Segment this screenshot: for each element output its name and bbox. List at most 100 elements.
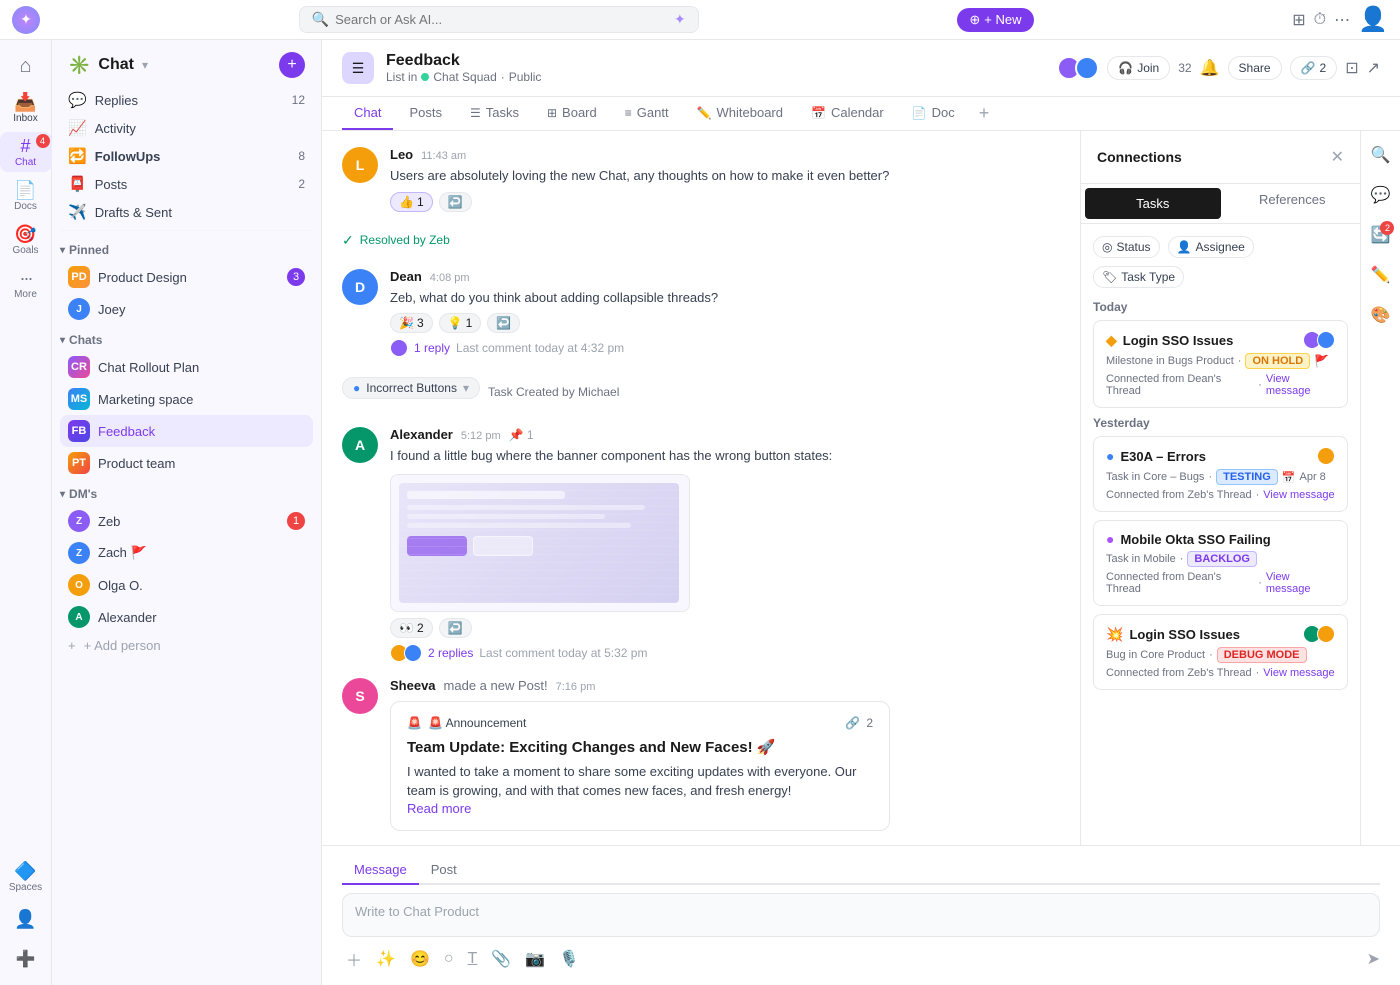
rail-more[interactable]: ··· More — [0, 264, 52, 304]
input-audio-button[interactable]: 🎙️ — [555, 947, 583, 971]
expand-icon[interactable]: ↗ — [1367, 58, 1380, 78]
conn-tab-references[interactable]: References — [1225, 184, 1361, 223]
rail-inbox[interactable]: 📥 Inbox — [0, 88, 52, 128]
reaction-add-leo[interactable]: ↩️ — [439, 192, 472, 212]
sidebar-item-product-design[interactable]: PD Product Design 3 — [60, 261, 313, 293]
reaction-party[interactable]: 🎉 3 — [390, 313, 433, 333]
tab-whiteboard[interactable]: ✏️ Whiteboard — [685, 97, 795, 130]
input-tab-post[interactable]: Post — [419, 858, 469, 885]
chats-section-header[interactable]: ▾ Chats — [52, 325, 321, 351]
tab-board[interactable]: ⊞ Board — [535, 97, 609, 130]
read-more-link[interactable]: Read more — [407, 801, 873, 816]
input-attach-button[interactable]: 📎 — [487, 947, 515, 971]
right-connections-icon[interactable]: 🔄 2 — [1365, 219, 1397, 251]
task-badge[interactable]: ● Incorrect Buttons ▾ — [342, 377, 480, 399]
search-bar[interactable]: 🔍 ✦ — [299, 6, 699, 33]
rail-spaces[interactable]: 🔷 Spaces — [0, 857, 52, 897]
sidebar-item-followups[interactable]: 🔁 FollowUps 8 — [60, 142, 313, 170]
sidebar-item-joey[interactable]: J Joey — [60, 293, 313, 325]
tab-doc[interactable]: 📄 Doc — [900, 97, 967, 130]
share-button[interactable]: Share — [1228, 56, 1282, 80]
sidebar-item-zeb[interactable]: Z Zeb 1 — [60, 505, 313, 537]
sidebar-item-olga[interactable]: O Olga O. — [60, 569, 313, 601]
tab-tasks[interactable]: ☰ Tasks — [458, 97, 531, 130]
alexander-reply-info[interactable]: 2 replies Last comment today at 5:32 pm — [390, 644, 1060, 662]
sidebar-item-chat-rollout[interactable]: CR Chat Rollout Plan — [60, 351, 313, 383]
filter-task-type[interactable]: 🏷 Task Type — [1093, 266, 1184, 288]
right-chat-icon[interactable]: 💬 — [1365, 179, 1397, 211]
topbar-icon-apps[interactable]: ⋯ — [1334, 10, 1350, 30]
tab-chat[interactable]: Chat — [342, 97, 393, 130]
dean-message-header: Dean 4:08 pm — [390, 269, 1060, 284]
input-sparkle-button[interactable]: ✨ — [372, 947, 400, 971]
topbar-avatar[interactable]: 👤 — [1358, 5, 1388, 34]
topbar-icon-grid[interactable]: ⊞ — [1292, 10, 1305, 30]
input-mention-button[interactable]: ○ — [440, 948, 458, 970]
tab-add-button[interactable]: + — [971, 99, 998, 128]
app-logo[interactable]: ✦ — [12, 6, 40, 34]
dean-reply-info[interactable]: 1 reply Last comment today at 4:32 pm — [390, 339, 1060, 357]
rail-goals[interactable]: 🎯 Goals — [0, 220, 52, 260]
sidebar-item-zach[interactable]: Z Zach 🚩 — [60, 537, 313, 569]
rail-docs[interactable]: 📄 Docs — [0, 176, 52, 216]
sidebar-item-activity[interactable]: 📈 Activity — [60, 114, 313, 142]
input-tab-message[interactable]: Message — [342, 858, 419, 885]
reaction-eyes[interactable]: 👀 2 — [390, 618, 433, 638]
reaction-add-alexander[interactable]: ↩️ — [439, 618, 472, 638]
chat-label: Chat — [15, 157, 36, 168]
right-search-icon[interactable]: 🔍 — [1365, 139, 1397, 171]
pinned-section-header[interactable]: ▾ Pinned — [52, 235, 321, 261]
filter-assignee[interactable]: 👤 Assignee — [1168, 236, 1254, 258]
input-video-button[interactable]: 📷 — [521, 947, 549, 971]
rail-add-member[interactable]: ➕ — [8, 941, 44, 977]
calendar-tab-icon: 📅 — [811, 106, 826, 120]
task2-view-link[interactable]: View message — [1263, 489, 1334, 501]
topbar-icon-clock[interactable]: ⏱ — [1314, 11, 1326, 29]
reaction-bulb[interactable]: 💡 1 — [439, 313, 482, 333]
rail-home[interactable]: ⌂ — [8, 48, 44, 84]
reaction-add-dean[interactable]: ↩️ — [487, 313, 520, 333]
input-add-button[interactable]: ＋ — [342, 945, 366, 973]
dms-section-header[interactable]: ▾ DM's — [52, 479, 321, 505]
task3-view-link[interactable]: View message — [1266, 571, 1335, 595]
connections-button[interactable]: 🔗 2 — [1290, 56, 1338, 80]
posts-count: 2 — [298, 177, 305, 191]
bell-icon[interactable]: 🔔 — [1200, 58, 1220, 78]
input-format-button[interactable]: T — [464, 948, 482, 970]
new-button[interactable]: ⊕ + New — [957, 8, 1033, 32]
sidebar-item-posts[interactable]: 📮 Posts 2 — [60, 170, 313, 198]
conn-tab-tasks[interactable]: Tasks — [1085, 188, 1221, 219]
sidebar-item-feedback[interactable]: FB Feedback — [60, 415, 313, 447]
right-palette-icon[interactable]: 🎨 — [1365, 299, 1397, 331]
rail-chat[interactable]: 4 # Chat — [0, 132, 52, 172]
input-send-button[interactable]: ➤ — [1367, 949, 1380, 969]
task1-source-sep: · — [1258, 379, 1262, 391]
tab-posts[interactable]: Posts — [397, 97, 454, 130]
sidebar-item-add-person[interactable]: + + Add person — [60, 633, 313, 658]
task2-source-text: Connected from Zeb's Thread — [1106, 489, 1252, 501]
task4-view-link[interactable]: View message — [1263, 667, 1334, 679]
reaction-thumbsup[interactable]: 👍 1 — [390, 192, 433, 212]
sidebar-item-replies[interactable]: 💬 Replies 12 — [60, 86, 313, 114]
sidebar-item-product-team[interactable]: PT Product team — [60, 447, 313, 479]
sidebar-add-button[interactable]: + — [279, 52, 305, 78]
sidebar-item-marketing-space[interactable]: MS Marketing space — [60, 383, 313, 415]
message-input-box[interactable]: Write to Chat Product — [342, 893, 1380, 937]
connections-count: 2 — [1320, 61, 1327, 75]
right-edit-icon[interactable]: ✏️ — [1365, 259, 1397, 291]
join-button[interactable]: 🎧 Join — [1107, 56, 1170, 80]
sidebar-item-alexander[interactable]: A Alexander — [60, 601, 313, 633]
product-design-label: Product Design — [98, 270, 279, 285]
tab-calendar[interactable]: 📅 Calendar — [799, 97, 896, 130]
rail-profile[interactable]: 👤 — [8, 901, 44, 937]
search-input[interactable] — [335, 12, 668, 27]
connections-close-button[interactable]: ✕ — [1331, 147, 1344, 167]
task1-view-link[interactable]: View message — [1266, 373, 1335, 397]
filter-status[interactable]: ◎ Status — [1093, 236, 1160, 258]
sidebar-item-drafts[interactable]: ✈️ Drafts & Sent — [60, 198, 313, 226]
layout-icon[interactable]: ⊡ — [1345, 58, 1358, 78]
sidebar-header: ✳️ Chat ▾ + — [52, 40, 321, 86]
input-emoji-button[interactable]: 😊 — [406, 947, 434, 971]
tab-gantt[interactable]: ≡ Gantt — [613, 97, 681, 130]
alexander-reactions: 👀 2 ↩️ — [390, 618, 1060, 638]
